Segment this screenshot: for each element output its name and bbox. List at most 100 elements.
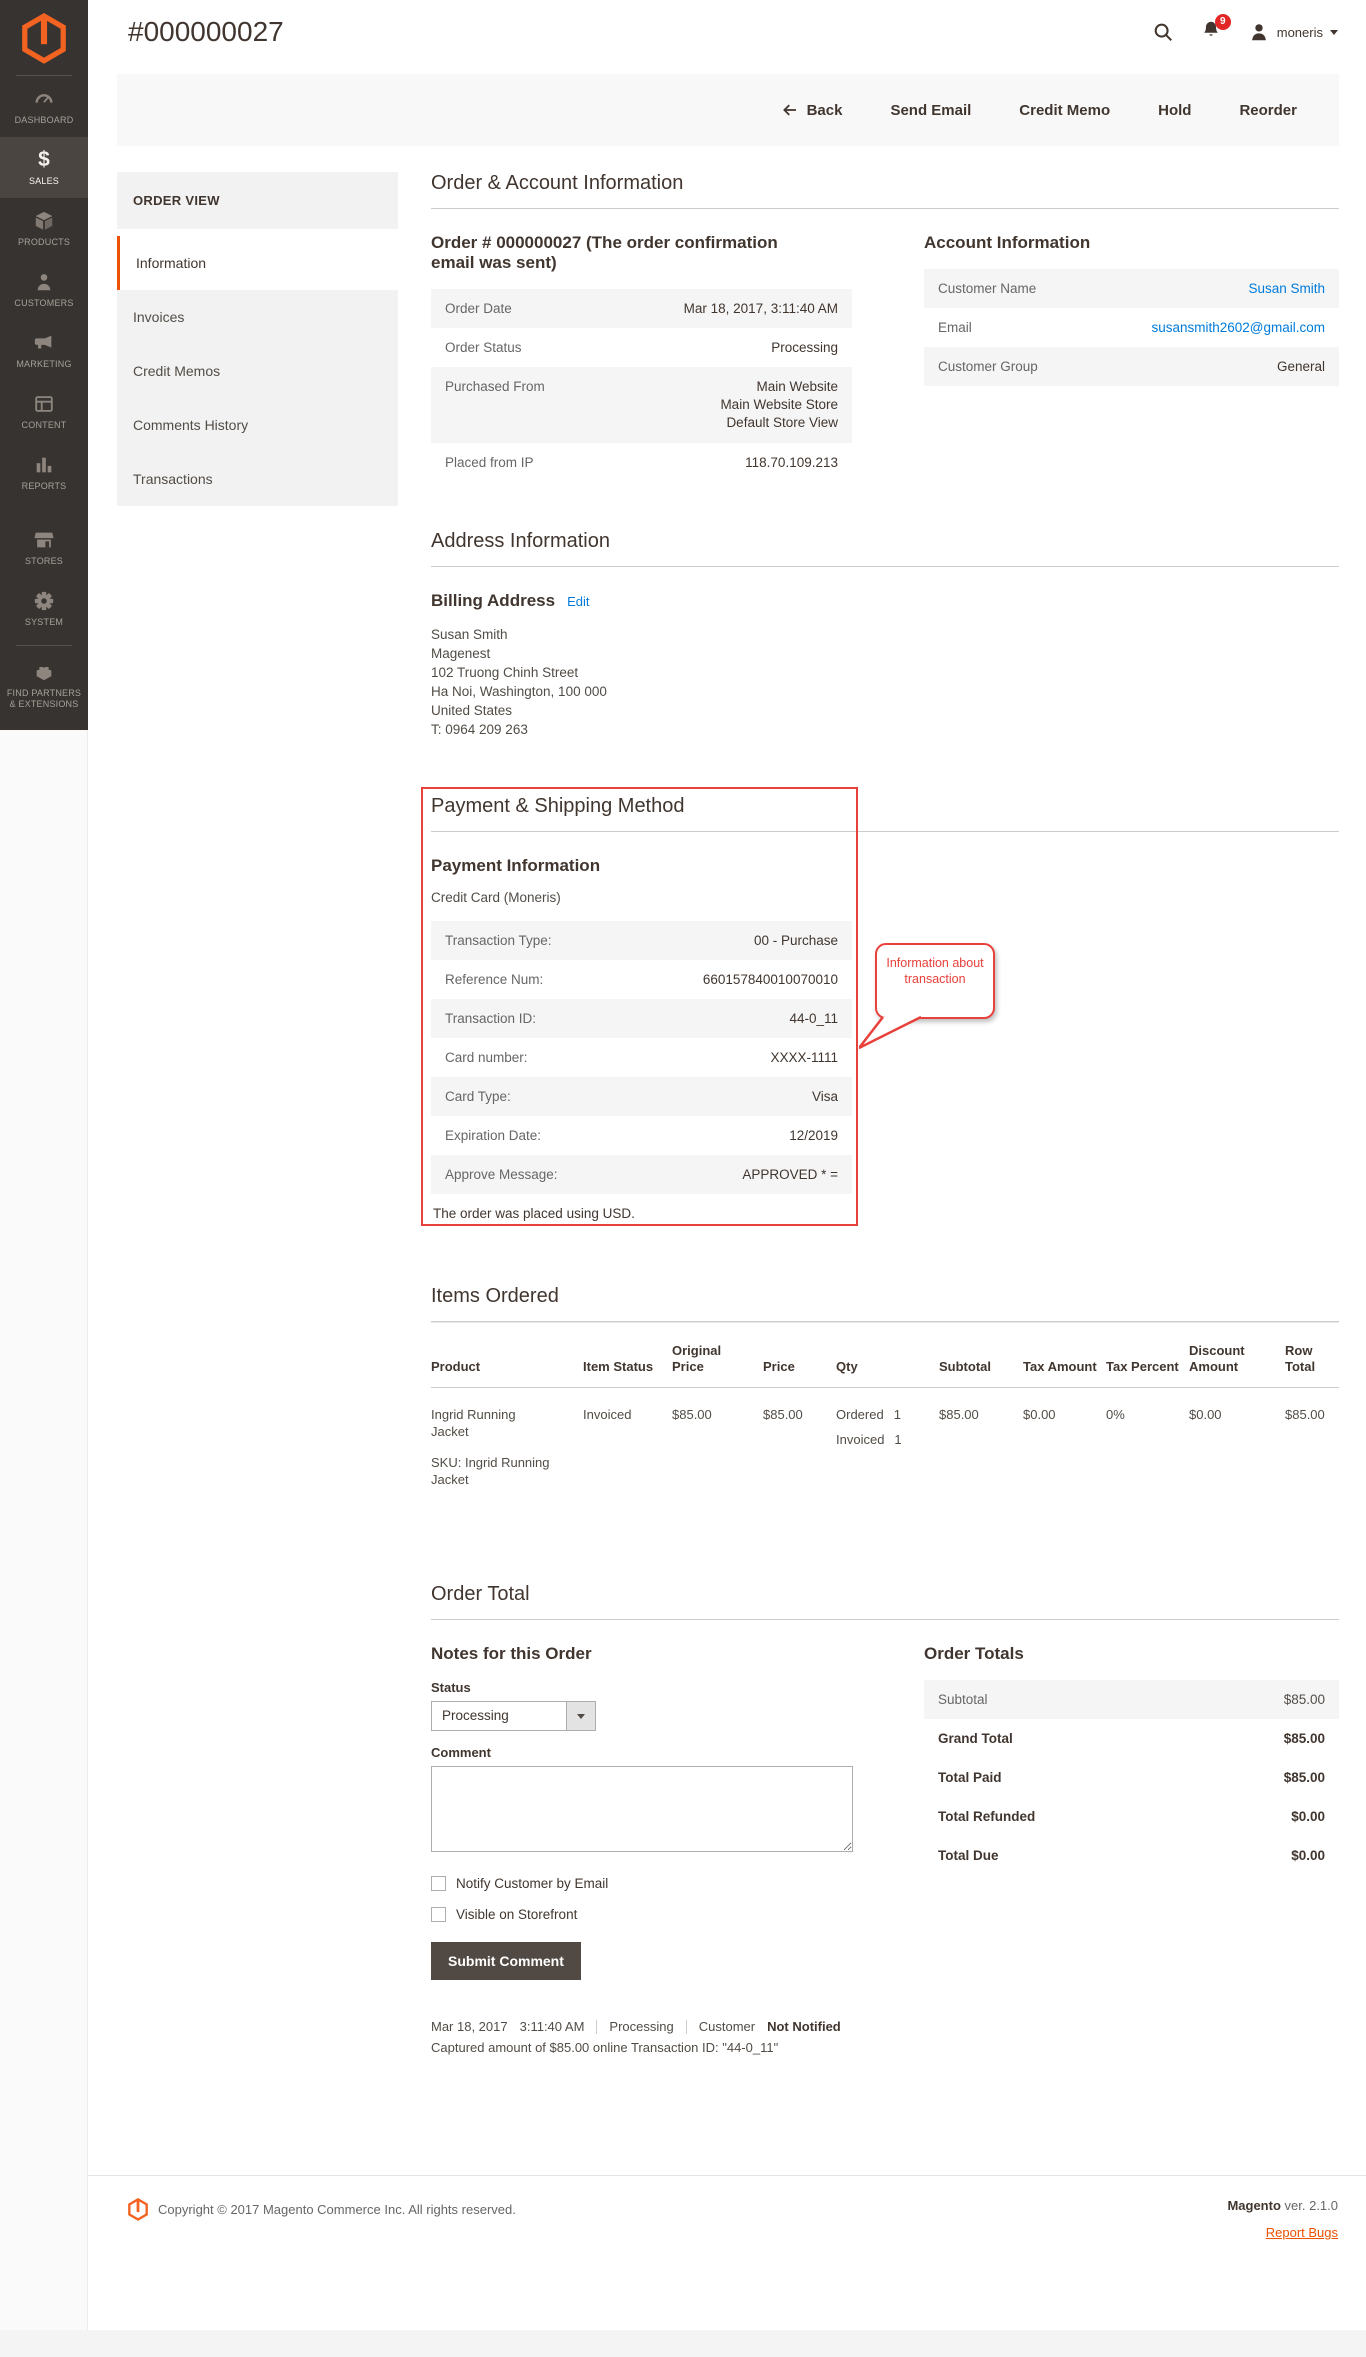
magento-logo[interactable]	[0, 0, 88, 76]
price: $85.00	[763, 1407, 803, 1422]
content-icon	[35, 395, 53, 412]
table-row: Transaction Type: 00 - Purchase	[431, 921, 852, 960]
order-info-table: Order Date Mar 18, 2017, 3:11:40 AM Orde…	[431, 289, 852, 482]
page-header: #000000027 9 moneris	[88, 0, 1366, 62]
tab-comments-history[interactable]: Comments History	[117, 398, 398, 452]
notifications-button[interactable]: 9	[1200, 13, 1231, 46]
order-history-entry: Mar 18, 2017 3:11:40 AM Processing Custo…	[431, 2019, 1339, 2055]
tab-transactions[interactable]: Transactions	[117, 452, 398, 506]
notes-subtitle: Notes for this Order	[431, 1644, 592, 1663]
table-row: Customer Group General	[924, 347, 1339, 386]
sidebar-item-marketing[interactable]: MARKETING	[0, 320, 88, 381]
table-row: Ingrid Running Jacket SKU: Ingrid Runnin…	[431, 1388, 1339, 1489]
section-payment: Payment & Shipping Method Payment Inform…	[421, 787, 1339, 1226]
order-totals-table: Subtotal $85.00 Grand Total $85.00 Total…	[924, 1680, 1339, 1875]
table-row: Purchased From Main Website Main Website…	[431, 367, 852, 443]
search-icon[interactable]	[1152, 21, 1174, 43]
items-table: Product Item Status Original Price Price…	[431, 1322, 1339, 1488]
marketing-icon	[34, 335, 52, 348]
history-notified-status: Not Notified	[767, 2019, 841, 2034]
history-customer-prefix: Customer	[698, 2019, 756, 2034]
visible-storefront-checkbox-row[interactable]: Visible on Storefront	[431, 1907, 852, 1922]
report-bugs-link[interactable]: Report Bugs	[1266, 2225, 1338, 2240]
notify-customer-checkbox[interactable]	[431, 1876, 446, 1891]
chevron-down-icon	[1330, 29, 1338, 35]
sidebar-item-system[interactable]: SYSTEM	[0, 578, 88, 639]
send-email-button[interactable]: Send Email	[866, 102, 995, 119]
sidebar-item-label: SALES	[28, 175, 60, 186]
payment-info-table: Transaction Type: 00 - Purchase Referenc…	[431, 921, 852, 1194]
hold-button[interactable]: Hold	[1134, 102, 1215, 119]
comment-textarea[interactable]	[431, 1766, 853, 1852]
sidebar-item-stores[interactable]: STORES	[0, 517, 88, 578]
customer-name-link[interactable]: Susan Smith	[1248, 280, 1325, 297]
account-info-table: Customer Name Susan Smith Email susansmi…	[924, 269, 1339, 386]
table-row: Customer Name Susan Smith	[924, 269, 1339, 308]
order-action-bar: Back Send Email Credit Memo Hold Reorder	[117, 74, 1339, 146]
select-dropdown-button[interactable]	[566, 1702, 595, 1730]
admin-sidebar: DASHBOARD $ SALES PRODUCTS CUSTOMERS MAR…	[0, 0, 88, 730]
submit-comment-button[interactable]: Submit Comment	[431, 1942, 581, 1980]
back-button[interactable]: Back	[757, 101, 867, 119]
system-icon	[34, 591, 54, 610]
separator	[685, 2019, 687, 2034]
visible-storefront-checkbox[interactable]	[431, 1907, 446, 1922]
sidebar-item-label: SYSTEM	[24, 616, 64, 627]
user-name: moneris	[1276, 24, 1323, 40]
account-info-subtitle: Account Information	[924, 233, 1091, 252]
notify-customer-checkbox-row[interactable]: Notify Customer by Email	[431, 1876, 852, 1891]
table-row: Subtotal $85.00	[924, 1680, 1339, 1719]
tab-information[interactable]: Information	[117, 236, 398, 290]
extensions-icon	[36, 666, 52, 681]
sidebar-item-dashboard[interactable]: DASHBOARD	[0, 76, 88, 137]
tax-percent: 0%	[1106, 1407, 1125, 1422]
sidebar-item-label: CUSTOMERS	[14, 297, 74, 308]
table-row: Reference Num: 660157840010070010	[445, 972, 838, 987]
table-row: Order Status Processing	[445, 340, 838, 355]
customer-email-link[interactable]: susansmith2602@gmail.com	[1151, 319, 1325, 336]
status-select-value: Processing	[442, 1708, 509, 1723]
product-name: Ingrid Running Jacket	[431, 1407, 516, 1439]
billing-address-subtitle: Billing Address	[431, 591, 556, 610]
history-date: Mar 18, 2017	[431, 2019, 508, 2034]
sidebar-item-content[interactable]: CONTENT	[0, 381, 88, 442]
sidebar-item-find-partners[interactable]: FIND PARTNERS & EXTENSIONS	[0, 652, 88, 719]
user-menu[interactable]: moneris	[1248, 21, 1338, 43]
order-view-title: ORDER VIEW	[117, 172, 398, 229]
original-price: $85.00	[672, 1407, 712, 1422]
table-row: Grand Total $85.00	[938, 1731, 1325, 1746]
stores-icon	[34, 532, 54, 547]
sidebar-item-label: REPORTS	[21, 480, 67, 491]
sidebar-item-customers[interactable]: CUSTOMERS	[0, 259, 88, 320]
row-total: $85.00	[1285, 1407, 1325, 1422]
back-arrow-icon	[782, 104, 796, 116]
sidebar-item-label: STORES	[24, 555, 64, 566]
status-label: Status	[431, 1680, 471, 1695]
notification-badge: 9	[1214, 13, 1231, 30]
status-select[interactable]: Processing	[431, 1701, 596, 1731]
tab-invoices[interactable]: Invoices	[117, 290, 398, 344]
product-sku: SKU: Ingrid Running Jacket	[431, 1455, 550, 1487]
footer: Copyright © 2017 Magento Commerce Inc. A…	[88, 2175, 1366, 2266]
edit-address-link[interactable]: Edit	[567, 594, 589, 609]
section-items-ordered: Items Ordered Product Item Status Origin…	[431, 1285, 1339, 1488]
sidebar-item-products[interactable]: PRODUCTS	[0, 198, 88, 259]
sidebar-item-reports[interactable]: REPORTS	[0, 442, 88, 503]
credit-memo-button[interactable]: Credit Memo	[995, 102, 1134, 119]
magento-logo-icon	[22, 12, 66, 64]
qty-cell: Ordered 1 Invoiced 1	[836, 1407, 902, 1447]
table-row: Transaction ID: 44-0_11	[431, 999, 852, 1038]
table-row: Approve Message: APPROVED * =	[431, 1155, 852, 1194]
order-subtitle: Order # 000000027 (The order confirmatio…	[431, 233, 778, 272]
page-title: #000000027	[128, 16, 284, 47]
sidebar-item-sales[interactable]: $ SALES	[0, 137, 88, 198]
tab-credit-memos[interactable]: Credit Memos	[117, 344, 398, 398]
currency-note: The order was placed using USD.	[433, 1206, 635, 1221]
order-main: Order & Account Information Order # 0000…	[421, 172, 1339, 2055]
reorder-button[interactable]: Reorder	[1215, 102, 1321, 119]
footer-brand: Magento	[1227, 2198, 1281, 2213]
user-icon	[1251, 24, 1266, 41]
items-header-row: Product Item Status Original Price Price…	[431, 1322, 1339, 1388]
customers-icon	[37, 273, 51, 290]
sales-icon: $	[38, 147, 50, 171]
